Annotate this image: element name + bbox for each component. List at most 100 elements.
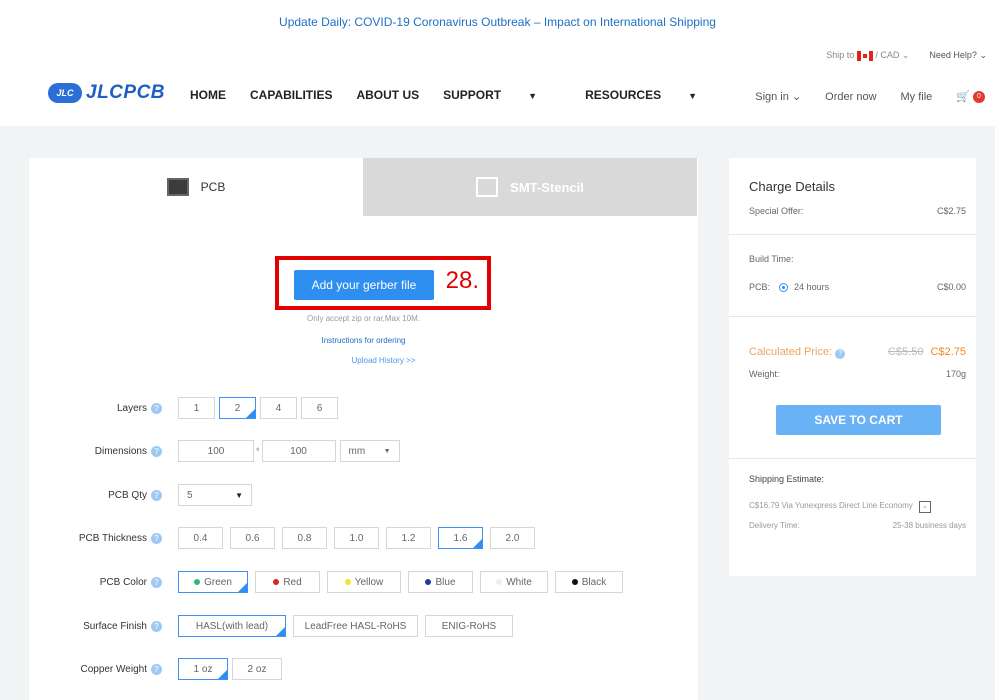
help-icon[interactable]: ? xyxy=(151,663,162,675)
order-now-link[interactable]: Order now xyxy=(825,91,876,103)
help-icon[interactable]: ? xyxy=(151,402,162,414)
thickness-option-0.4[interactable]: 0.4 xyxy=(178,527,223,549)
nav-capabilities[interactable]: CAPABILITIES xyxy=(250,88,332,102)
calculated-price-text: Calculated Price: xyxy=(749,346,833,358)
cart-button[interactable]: 🛒 0 xyxy=(956,90,985,103)
qty-select[interactable]: 5 ▼ xyxy=(178,484,252,506)
instructions-link[interactable]: Instructions for ordering xyxy=(29,336,698,345)
thickness-option-0.8[interactable]: 0.8 xyxy=(282,527,327,549)
color-label: PCB Color xyxy=(99,576,147,588)
finish-option-enig[interactable]: ENIG-RoHS xyxy=(425,615,513,637)
copper-row: Copper Weight ? 1 oz 2 oz xyxy=(29,658,289,680)
upload-highlight: Add your gerber file 28. xyxy=(275,256,491,310)
nav-resources[interactable]: RESOURCES ▼ xyxy=(585,88,721,102)
my-file-link[interactable]: My file xyxy=(901,91,933,103)
qty-row: PCB Qty ? 5 ▼ xyxy=(29,484,252,506)
unit-select[interactable]: mm ▼ xyxy=(339,440,400,462)
announcement-text[interactable]: Update Daily: COVID-19 Coronavirus Outbr… xyxy=(279,15,716,29)
logo[interactable]: JLC JLCPCB xyxy=(48,82,165,104)
divider xyxy=(729,234,976,235)
layers-option-2[interactable]: 2 xyxy=(219,397,256,419)
copper-option-1oz[interactable]: 1 oz xyxy=(178,658,228,680)
width-input[interactable]: 100 xyxy=(178,440,254,462)
tab-stencil-label: SMT-Stencil xyxy=(510,179,584,195)
radio-selected-icon[interactable] xyxy=(778,283,788,293)
chevron-down-icon: ⌄ xyxy=(979,50,987,60)
delivery-time-label: Delivery Time: xyxy=(749,521,800,530)
shipping-estimate-label: Shipping Estimate: xyxy=(749,474,825,484)
shipping-method[interactable]: C$16.79 Via Yunexpress Direct Line Econo… xyxy=(749,501,931,513)
save-to-cart-button[interactable]: SAVE TO CART xyxy=(776,405,941,435)
thickness-option-1.6[interactable]: 1.6 xyxy=(438,527,483,549)
color-option-red[interactable]: Red xyxy=(255,571,320,593)
chevron-down-icon: ⌄ xyxy=(901,50,910,60)
need-help-link[interactable]: Need Help? ⌄ xyxy=(929,50,987,61)
layers-option-4[interactable]: 4 xyxy=(260,397,297,419)
white-dot-icon xyxy=(496,579,503,585)
color-option-yellow[interactable]: Yellow xyxy=(327,571,401,593)
build-option[interactable]: PCB: 24 hours xyxy=(749,282,830,293)
ship-to-label: Ship to xyxy=(826,50,855,60)
finish-option-leadfree[interactable]: LeadFree HASL-RoHS xyxy=(293,615,418,637)
help-icon[interactable]: ? xyxy=(151,445,162,457)
pcb-build-label: PCB: xyxy=(749,282,771,292)
color-option-black[interactable]: Black xyxy=(555,571,623,593)
blue-dot-icon xyxy=(425,579,432,585)
color-option-blue[interactable]: Blue xyxy=(408,571,473,593)
calculated-price-label: Calculated Price: ? xyxy=(749,346,846,359)
weight-label: Weight: xyxy=(749,369,780,379)
thickness-option-1.0[interactable]: 1.0 xyxy=(334,527,379,549)
nav-support-label: SUPPORT xyxy=(443,88,502,102)
special-offer-value: C$2.75 xyxy=(936,206,966,216)
sign-in-label: Sign in xyxy=(755,91,789,103)
qty-label: PCB Qty xyxy=(108,489,147,501)
thickness-option-0.6[interactable]: 0.6 xyxy=(230,527,275,549)
color-red-label: Red xyxy=(283,576,302,588)
tab-smt-stencil[interactable]: SMT-Stencil xyxy=(363,158,697,216)
layers-option-6[interactable]: 6 xyxy=(301,397,338,419)
divider xyxy=(729,458,976,459)
tab-pcb-label: PCB xyxy=(200,180,226,194)
special-offer-line: Special Offer: C$2.75 xyxy=(749,206,966,216)
charge-details-panel: Charge Details Special Offer: C$2.75 Bui… xyxy=(729,158,976,576)
help-icon[interactable]: ? xyxy=(151,532,162,544)
layers-option-1[interactable]: 1 xyxy=(178,397,215,419)
dimension-separator: * xyxy=(256,446,260,456)
dropdown-icon[interactable]: ⌄ xyxy=(918,501,931,513)
announcement-bar[interactable]: Update Daily: COVID-19 Coronavirus Outbr… xyxy=(0,0,995,42)
layers-label: Layers xyxy=(116,402,147,414)
copper-option-2oz[interactable]: 2 oz xyxy=(232,658,282,680)
help-icon[interactable]: ? xyxy=(151,489,162,501)
need-help-label: Need Help? xyxy=(929,50,977,60)
site-header: Ship to / CAD ⌄ Need Help? ⌄ JLC JLCPCB … xyxy=(0,42,995,126)
shipping-method-line: C$16.79 Via Yunexpress Direct Line Econo… xyxy=(749,501,966,513)
height-input[interactable]: 100 xyxy=(261,440,336,462)
thickness-option-1.2[interactable]: 1.2 xyxy=(386,527,431,549)
calculated-price-line: Calculated Price: ? C$5.50 C$2.75 xyxy=(749,346,966,359)
color-option-white[interactable]: White xyxy=(480,571,548,593)
dimensions-row: Dimensions ? 100 * 100 mm ▼ xyxy=(29,440,400,462)
help-icon[interactable]: ? xyxy=(151,576,162,588)
add-gerber-button[interactable]: Add your gerber file xyxy=(294,270,434,300)
ship-to-selector[interactable]: Ship to / CAD ⌄ xyxy=(826,50,909,61)
build-option-label: 24 hours xyxy=(794,282,830,292)
canada-flag-icon xyxy=(856,50,873,61)
chevron-down-icon: ⌄ xyxy=(791,91,802,103)
help-icon[interactable]: ? xyxy=(835,349,846,359)
upload-history-link[interactable]: Upload History >> xyxy=(49,356,718,365)
discounted-price: C$2.75 xyxy=(930,346,966,358)
finish-option-hasl[interactable]: HASL(with lead) xyxy=(178,615,286,637)
divider xyxy=(729,316,976,317)
nav-about[interactable]: ABOUT US xyxy=(356,88,419,102)
nav-support[interactable]: SUPPORT ▼ xyxy=(443,88,561,102)
pcb-icon xyxy=(166,178,189,196)
nav-home[interactable]: HOME xyxy=(190,88,226,102)
product-tabs: PCB SMT-Stencil xyxy=(29,158,698,216)
thickness-option-2.0[interactable]: 2.0 xyxy=(490,527,535,549)
caret-down-icon: ▼ xyxy=(528,91,538,101)
red-dot-icon xyxy=(273,579,280,585)
tab-pcb[interactable]: PCB xyxy=(29,158,363,216)
help-icon[interactable]: ? xyxy=(151,620,162,632)
sign-in-link[interactable]: Sign in ⌄ xyxy=(755,90,801,103)
color-option-green[interactable]: Green xyxy=(178,571,248,593)
